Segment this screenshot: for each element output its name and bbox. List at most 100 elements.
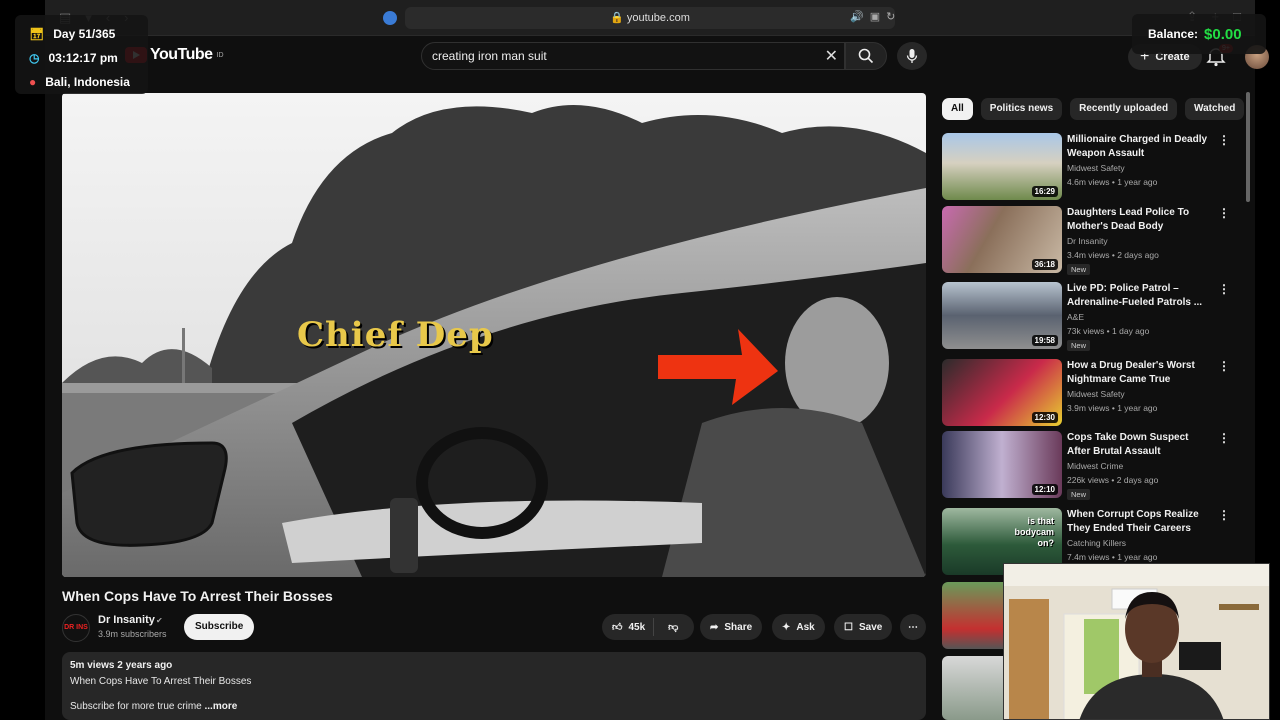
video-thumbnail[interactable]: 36:18 — [942, 206, 1062, 273]
address-bar[interactable]: 🔒 youtube.com — [405, 7, 895, 29]
clock-icon: ◷ — [29, 51, 40, 65]
show-more-link[interactable]: ...more — [202, 701, 237, 712]
voice-search-button[interactable] — [897, 42, 927, 70]
share-label: Share — [724, 621, 753, 633]
recommendation-views: 3.9m views • 1 year ago — [1067, 403, 1158, 413]
channel-avatar[interactable]: DR INS — [62, 614, 90, 642]
day-counter: Day 51/365 — [53, 27, 116, 41]
description-text: Subscribe for more true crime — [70, 701, 202, 712]
youtube-logo-region: ID — [216, 51, 224, 59]
chip-recently-uploaded[interactable]: Recently uploaded — [1070, 98, 1178, 120]
description-line: When Cops Have To Arrest Their Bosses — [70, 676, 252, 687]
recommendation-item[interactable]: 12:10 Cops Take Down Suspect After Bruta… — [942, 431, 1232, 501]
recommendation-item[interactable]: 12:30 How a Drug Dealer's Worst Nightmar… — [942, 359, 1232, 429]
chip-all[interactable]: All — [942, 98, 973, 120]
recommendation-views: 7.4m views • 1 year ago — [1067, 552, 1158, 562]
location-text: Bali, Indonesia — [45, 75, 130, 89]
balance-value: $0.00 — [1204, 25, 1242, 43]
search-input[interactable] — [432, 43, 762, 69]
sparkle-icon: ✦ — [782, 621, 791, 633]
page-scrollbar[interactable] — [1246, 92, 1250, 202]
thumbs-up-icon: 👍︎ — [612, 622, 623, 633]
browser-toolbar: ▤ ▾ ‹ › 🔒 youtube.com 🔊 ▣ ↻ ⇪ + □ — [45, 0, 1255, 36]
time-display: 03:12:17 pm — [48, 51, 118, 65]
recommendation-title[interactable]: How a Drug Dealer's Worst Nightmare Came… — [1067, 359, 1212, 387]
video-player[interactable]: Chief Dep — [62, 93, 926, 577]
duration-badge: 36:18 — [1031, 259, 1058, 270]
bookmark-icon: ☐ — [844, 621, 853, 633]
location-pin-icon: ● — [29, 75, 37, 89]
video-frame — [62, 93, 926, 577]
tab-favicon-icon — [383, 11, 397, 25]
recommendation-views: 4.6m views • 1 year ago — [1067, 177, 1158, 187]
recommendation-title[interactable]: Cops Take Down Suspect After Brutal Assa… — [1067, 431, 1212, 459]
more-vertical-icon[interactable]: ⋮ — [1218, 509, 1230, 521]
filter-chips: All Politics news Recently uploaded Watc… — [942, 98, 1245, 120]
video-thumbnail[interactable]: 12:10 — [942, 431, 1062, 498]
video-caption-text: Chief Dep — [297, 315, 494, 355]
more-horizontal-icon: ⋯ — [908, 621, 918, 633]
share-button[interactable]: ➦ Share — [700, 614, 763, 640]
video-thumbnail[interactable]: 16:29 — [942, 133, 1062, 200]
search-icon — [858, 48, 874, 64]
like-button[interactable]: 👍︎ 45k — [602, 618, 655, 636]
more-vertical-icon[interactable]: ⋮ — [1218, 283, 1230, 295]
address-text: youtube.com — [626, 12, 690, 24]
subscriber-count: 3.9m subscribers — [98, 629, 167, 639]
video-thumbnail[interactable]: 19:58 — [942, 282, 1062, 349]
webcam-overlay — [1003, 563, 1270, 720]
description-line-2: Subscribe for more true crime ...more — [70, 701, 918, 712]
channel-name[interactable]: Dr Insanity — [98, 614, 155, 626]
recommendation-channel[interactable]: Dr Insanity — [1067, 236, 1108, 246]
subscribe-button[interactable]: Subscribe — [184, 614, 255, 640]
new-badge: New — [1067, 264, 1091, 275]
duration-badge: 16:29 — [1031, 186, 1058, 197]
ask-button[interactable]: ✦ Ask — [772, 614, 825, 640]
recommendation-channel[interactable]: Midwest Safety — [1067, 163, 1125, 173]
recommendation-item[interactable]: 16:29 Millionaire Charged in Deadly Weap… — [942, 133, 1232, 203]
share-icon: ➦ — [710, 621, 719, 633]
like-dislike-group: 👍︎ 45k 👎︎ — [602, 614, 694, 640]
description-box[interactable]: 5m views 2 years ago When Cops Have To A… — [62, 652, 926, 720]
duration-badge: 19:58 — [1031, 335, 1058, 346]
recommendation-channel[interactable]: Midwest Crime — [1067, 461, 1123, 471]
chip-politics-news[interactable]: Politics news — [980, 98, 1063, 120]
reload-icon[interactable]: ↻ — [886, 10, 895, 23]
close-icon[interactable]: ✕ — [825, 46, 838, 66]
recommendation-title[interactable]: When Corrupt Cops Realize They Ended The… — [1067, 508, 1212, 536]
time-row: ◷ 03:12:17 pm — [29, 46, 148, 70]
more-vertical-icon[interactable]: ⋮ — [1218, 432, 1230, 444]
recommendation-channel[interactable]: Catching Killers — [1067, 538, 1126, 548]
recommendation-channel[interactable]: Midwest Safety — [1067, 389, 1125, 399]
recommendation-views: 73k views • 1 day ago — [1067, 326, 1150, 336]
recommendation-views: 3.4m views • 2 days ago — [1067, 250, 1159, 260]
more-vertical-icon[interactable]: ⋮ — [1218, 207, 1230, 219]
video-thumbnail[interactable]: 12:30 — [942, 359, 1062, 426]
more-vertical-icon[interactable]: ⋮ — [1218, 134, 1230, 146]
dislike-button[interactable]: 👎︎ — [660, 621, 678, 633]
recommendation-channel[interactable]: A&E — [1067, 312, 1084, 322]
recommendation-title[interactable]: Live PD: Police Patrol – Adrenaline-Fuel… — [1067, 282, 1212, 310]
search-box: ✕ — [421, 42, 845, 70]
like-count: 45k — [628, 621, 646, 633]
balance-overlay: Balance: $0.00 — [1132, 14, 1266, 54]
recommendation-title[interactable]: Daughters Lead Police To Mother's Dead B… — [1067, 206, 1212, 234]
lock-icon: 🔒 — [610, 12, 624, 24]
recommendation-item[interactable]: 19:58 Live PD: Police Patrol – Adrenalin… — [942, 282, 1232, 352]
verified-icon: ✔ — [156, 616, 163, 625]
recommendation-title[interactable]: Millionaire Charged in Deadly Weapon Ass… — [1067, 133, 1212, 161]
thumbs-down-icon: 👎︎ — [668, 622, 679, 633]
video-title: When Cops Have To Arrest Their Bosses — [62, 588, 333, 604]
new-badge: New — [1067, 489, 1091, 500]
translate-icon[interactable]: ▣ — [870, 10, 880, 23]
more-actions-button[interactable]: ⋯ — [900, 614, 926, 640]
ask-label: Ask — [796, 621, 815, 633]
more-vertical-icon[interactable]: ⋮ — [1218, 360, 1230, 372]
balance-label: Balance: — [1148, 27, 1199, 41]
save-label: Save — [858, 621, 883, 633]
chip-watched[interactable]: Watched — [1185, 98, 1245, 120]
recommendation-item[interactable]: 36:18 Daughters Lead Police To Mother's … — [942, 206, 1232, 276]
save-button[interactable]: ☐ Save — [834, 614, 893, 640]
speaker-icon[interactable]: 🔊 — [850, 10, 864, 23]
search-button[interactable] — [845, 42, 887, 70]
